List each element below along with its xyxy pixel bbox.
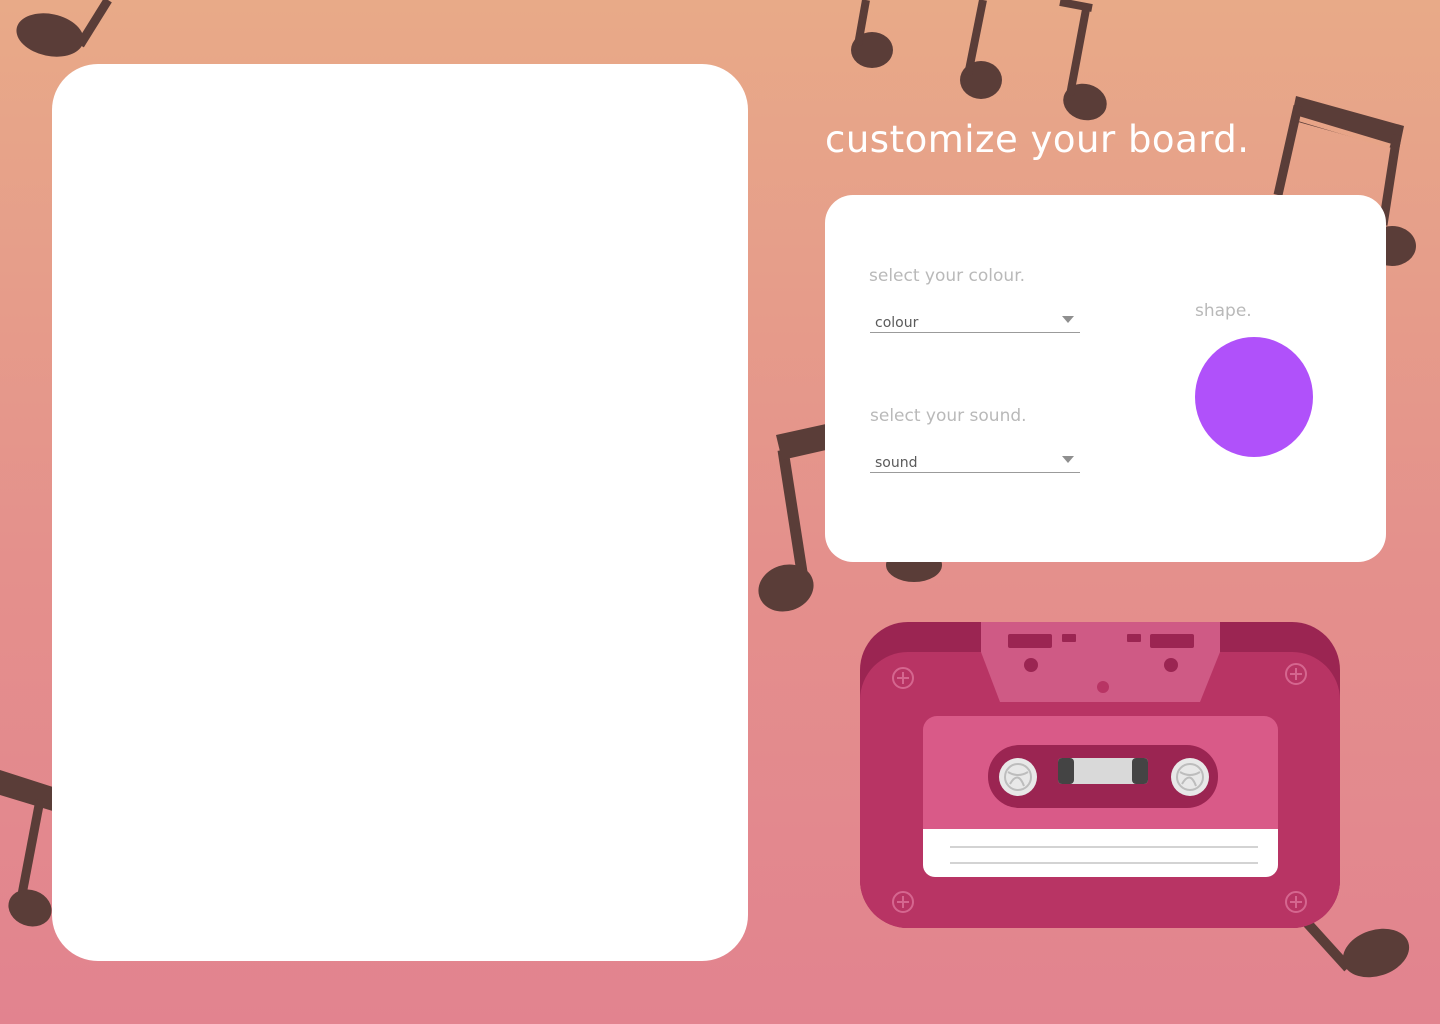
colour-label: select your colour. [869, 266, 1026, 286]
sound-label: select your sound. [870, 406, 1027, 426]
music-note-icon [851, 0, 893, 68]
colour-select[interactable]: colour [870, 309, 1080, 333]
music-note-icon [16, 0, 112, 57]
sound-select[interactable]: sound [870, 449, 1080, 473]
chevron-down-icon [1062, 316, 1074, 323]
shape-label: shape. [1195, 301, 1252, 321]
chevron-down-icon [1062, 456, 1074, 463]
board-canvas[interactable] [52, 64, 748, 961]
sound-select-value: sound [875, 455, 918, 471]
music-note-icon [1059, 0, 1107, 121]
music-note-icon [0, 770, 56, 927]
customize-panel: select your colour. colour select your s… [825, 195, 1386, 562]
shape-preview-circle[interactable] [1195, 337, 1313, 457]
colour-select-value: colour [875, 315, 919, 331]
music-note-icon [960, 0, 1002, 99]
page-title: customize your board. [825, 118, 1250, 161]
cassette-tape-icon [860, 622, 1340, 928]
